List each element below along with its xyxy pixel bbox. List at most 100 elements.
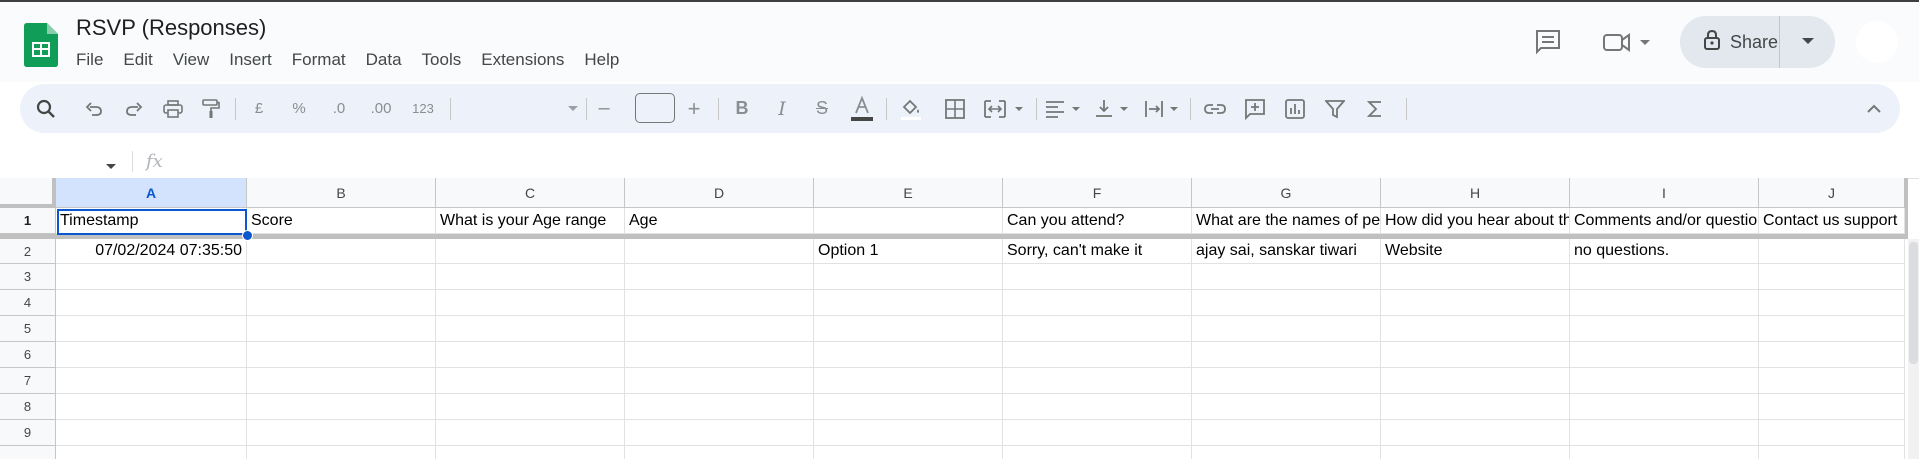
cell-g2[interactable]: ajay sai, sanskar tiwari	[1192, 239, 1381, 264]
italic-button[interactable]: I	[764, 84, 800, 133]
cell-f3[interactable]	[1003, 264, 1192, 290]
cell-e6[interactable]	[814, 342, 1003, 368]
cell-j2[interactable]	[1759, 239, 1905, 264]
cell-i2[interactable]: no questions.	[1570, 239, 1759, 264]
row-header-4[interactable]: 4	[0, 290, 56, 316]
cell-a5[interactable]	[56, 316, 247, 342]
cell-b2[interactable]	[247, 239, 436, 264]
cell-d3[interactable]	[625, 264, 814, 290]
text-color-button[interactable]	[844, 84, 880, 133]
cell-j8[interactable]	[1759, 394, 1905, 420]
cell-h9[interactable]	[1381, 420, 1570, 446]
cell-b8[interactable]	[247, 394, 436, 420]
cell-i1[interactable]: Comments and/or questions	[1570, 208, 1759, 234]
cell-g9[interactable]	[1192, 420, 1381, 446]
cell-g4[interactable]	[1192, 290, 1381, 316]
increase-font-size-button[interactable]: +	[682, 84, 706, 133]
cell-h10[interactable]	[1381, 446, 1570, 459]
video-camera-icon[interactable]	[1598, 26, 1658, 58]
font-family-dropdown[interactable]	[460, 84, 578, 133]
cell-j3[interactable]	[1759, 264, 1905, 290]
functions-sigma-icon[interactable]	[1358, 84, 1392, 133]
cell-j6[interactable]	[1759, 342, 1905, 368]
cell-d5[interactable]	[625, 316, 814, 342]
cell-h4[interactable]	[1381, 290, 1570, 316]
currency-format-button[interactable]: £	[248, 84, 270, 133]
cell-g3[interactable]	[1192, 264, 1381, 290]
cell-a2[interactable]: 07/02/2024 07:35:50	[56, 239, 247, 264]
column-header-j[interactable]: J	[1759, 178, 1905, 208]
menu-format[interactable]: Format	[292, 50, 346, 70]
column-header-g[interactable]: G	[1192, 178, 1381, 208]
search-menus-icon[interactable]	[32, 84, 60, 133]
cell-c6[interactable]	[436, 342, 625, 368]
cell-e10[interactable]	[814, 446, 1003, 459]
cell-f4[interactable]	[1003, 290, 1192, 316]
fill-color-icon[interactable]	[894, 84, 928, 133]
cell-h6[interactable]	[1381, 342, 1570, 368]
cell-g10[interactable]	[1192, 446, 1381, 459]
cell-a6[interactable]	[56, 342, 247, 368]
cell-b4[interactable]	[247, 290, 436, 316]
collapse-menus-chevron-up-icon[interactable]	[1860, 84, 1888, 133]
cell-j1[interactable]: Contact us support	[1759, 208, 1905, 234]
cell-f9[interactable]	[1003, 420, 1192, 446]
select-all-corner[interactable]	[0, 178, 56, 208]
cell-h8[interactable]	[1381, 394, 1570, 420]
formula-input[interactable]	[175, 145, 1875, 178]
strikethrough-button[interactable]: S	[804, 84, 840, 133]
cell-c9[interactable]	[436, 420, 625, 446]
cell-a1[interactable]: Timestamp	[56, 208, 247, 234]
cell-b9[interactable]	[247, 420, 436, 446]
row-header-10[interactable]: 10	[0, 446, 56, 459]
cell-f6[interactable]	[1003, 342, 1192, 368]
cell-f2[interactable]: Sorry, can't make it	[1003, 239, 1192, 264]
cell-g8[interactable]	[1192, 394, 1381, 420]
cell-e8[interactable]	[814, 394, 1003, 420]
cell-d2[interactable]	[625, 239, 814, 264]
column-header-h[interactable]: H	[1381, 178, 1570, 208]
filter-icon[interactable]	[1318, 84, 1352, 133]
menu-file[interactable]: File	[76, 50, 103, 70]
cell-f10[interactable]	[1003, 446, 1192, 459]
cell-i6[interactable]	[1570, 342, 1759, 368]
cell-a9[interactable]	[56, 420, 247, 446]
menu-tools[interactable]: Tools	[422, 50, 462, 70]
avatar[interactable]	[1856, 21, 1898, 63]
sheets-logo-icon[interactable]	[24, 23, 58, 67]
cell-a4[interactable]	[56, 290, 247, 316]
document-title[interactable]: RSVP (Responses)	[76, 15, 266, 41]
column-header-c[interactable]: C	[436, 178, 625, 208]
horizontal-align-icon[interactable]	[1042, 84, 1086, 133]
redo-icon[interactable]	[122, 84, 146, 133]
cell-i9[interactable]	[1570, 420, 1759, 446]
cell-c1[interactable]: What is your Age range	[436, 208, 625, 234]
cell-e7[interactable]	[814, 368, 1003, 394]
cell-c8[interactable]	[436, 394, 625, 420]
cell-j5[interactable]	[1759, 316, 1905, 342]
cell-d10[interactable]	[625, 446, 814, 459]
cell-i10[interactable]	[1570, 446, 1759, 459]
cell-a8[interactable]	[56, 394, 247, 420]
share-options-caret-icon[interactable]	[1780, 38, 1835, 46]
cell-d6[interactable]	[625, 342, 814, 368]
cell-f1[interactable]: Can you attend?	[1003, 208, 1192, 234]
column-header-i[interactable]: I	[1570, 178, 1759, 208]
cell-h1[interactable]: How did you hear about this event?	[1381, 208, 1570, 234]
column-header-d[interactable]: D	[625, 178, 814, 208]
column-header-b[interactable]: B	[247, 178, 436, 208]
cell-e5[interactable]	[814, 316, 1003, 342]
cell-j4[interactable]	[1759, 290, 1905, 316]
cell-j9[interactable]	[1759, 420, 1905, 446]
menu-insert[interactable]: Insert	[229, 50, 272, 70]
row-header-1[interactable]: 1	[0, 208, 56, 234]
row-header-7[interactable]: 7	[0, 368, 56, 394]
cell-h5[interactable]	[1381, 316, 1570, 342]
menu-data[interactable]: Data	[366, 50, 402, 70]
cell-i8[interactable]	[1570, 394, 1759, 420]
cell-b10[interactable]	[247, 446, 436, 459]
column-header-f[interactable]: F	[1003, 178, 1192, 208]
cell-c3[interactable]	[436, 264, 625, 290]
cell-b7[interactable]	[247, 368, 436, 394]
cell-e2[interactable]: Option 1	[814, 239, 1003, 264]
